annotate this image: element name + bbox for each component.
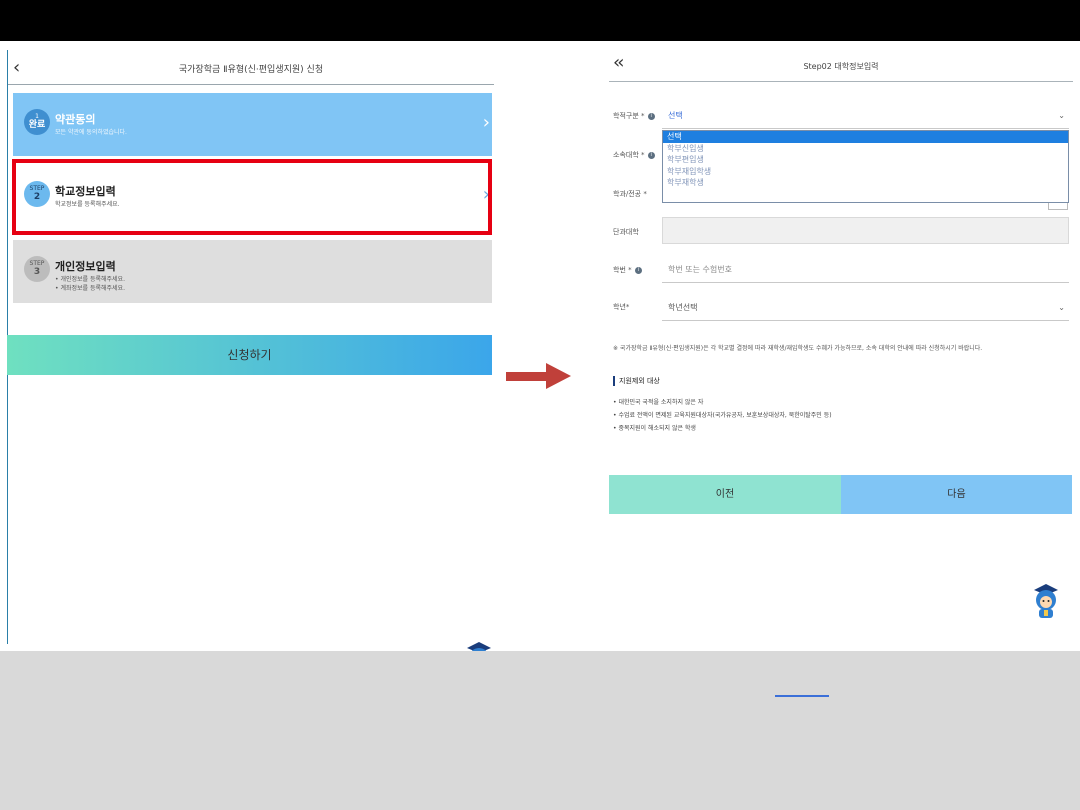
major-label: 학과/전공 *	[613, 190, 647, 198]
dropdown-option[interactable]: 선택	[663, 131, 1068, 143]
student-id-input[interactable]: 학번 또는 수험번호	[662, 256, 1069, 283]
list-item: • 대한민국 국적을 소지하지 않은 자	[613, 399, 704, 406]
chevron-down-icon: ⌄	[1058, 111, 1065, 120]
student-type-dropdown[interactable]: 선택 학부신입생 학부편입생 학부재입학생 학부재학생	[662, 130, 1069, 203]
step-description: 모든 약관에 동의하였습니다.	[55, 129, 127, 136]
apply-button[interactable]: 신청하기	[7, 335, 492, 375]
exclusion-title: 지원제외 대상	[613, 376, 660, 386]
grade-select[interactable]: 학년선택 ⌄	[662, 294, 1069, 321]
dropdown-option[interactable]: 학부재학생	[663, 177, 1068, 189]
chevron-down-icon: ⌄	[1058, 303, 1065, 312]
link-underline[interactable]	[775, 695, 829, 697]
step-card-personal-info[interactable]: STEP 3 개인정보입력 • 개인정보를 등록해주세요. • 계좌정보를 등록…	[13, 240, 492, 303]
dropdown-option[interactable]: 학부재입학생	[663, 166, 1068, 178]
step-badge: STEP 3	[24, 256, 50, 282]
dropdown-option[interactable]: 학부신입생	[663, 143, 1068, 155]
list-item: • 수업료 전액이 면제된 교육지원대상자(국가유공자, 보훈보상대상자, 북한…	[613, 412, 832, 419]
info-icon[interactable]: i	[634, 266, 642, 274]
grade-label: 학년*	[613, 303, 630, 311]
student-type-label: 학적구분 * i	[613, 111, 655, 121]
step-card-terms[interactable]: 1 완료 약관동의 모든 약관에 동의하였습니다. ›	[13, 93, 492, 156]
top-black-bar	[0, 0, 1080, 41]
next-button[interactable]: 다음	[841, 475, 1072, 514]
arrow-right-icon	[506, 372, 548, 381]
step-badge: 1 완료	[24, 109, 50, 135]
mascot-icon[interactable]	[1031, 580, 1061, 620]
university-label: 소속대학 * i	[613, 150, 655, 160]
step-title: 약관동의	[55, 113, 96, 126]
notice-text: ※ 국가장학금 Ⅱ유형(신·편입생지원)은 각 학교별 결정에 따라 재학생/재…	[613, 345, 983, 352]
arrow-head-icon	[546, 363, 571, 389]
prev-button[interactable]: 이전	[609, 475, 841, 514]
right-header: ‹‹ Step02 대학정보입력	[609, 45, 1073, 82]
list-item: • 중복지원이 해소되지 않은 학생	[613, 425, 696, 432]
info-icon[interactable]: i	[647, 112, 655, 120]
bottom-gray-area	[0, 651, 1080, 810]
student-type-select[interactable]: 선택 ⌄	[662, 102, 1069, 129]
right-phone-screen: ‹‹ Step02 대학정보입력 학적구분 * i 선택 ⌄ 소속대학 * i …	[605, 45, 1073, 645]
highlight-frame	[12, 159, 492, 235]
dropdown-option[interactable]: 학부편입생	[663, 154, 1068, 166]
step-description: • 개인정보를 등록해주세요. • 계좌정보를 등록해주세요.	[55, 276, 125, 292]
college-label: 단과대학	[613, 228, 639, 236]
page-title: Step02 대학정보입력	[803, 62, 879, 71]
college-field	[662, 217, 1069, 244]
step-title: 개인정보입력	[55, 260, 116, 273]
page-title: 국가장학금 Ⅱ유형(신·편입생지원) 신청	[178, 65, 324, 75]
chevron-right-icon[interactable]: ›	[483, 112, 490, 133]
left-header: ‹ 국가장학금 Ⅱ유형(신·편입생지원) 신청	[8, 50, 494, 85]
student-id-label: 학번 * i	[613, 265, 642, 275]
info-icon[interactable]: i	[647, 151, 655, 159]
